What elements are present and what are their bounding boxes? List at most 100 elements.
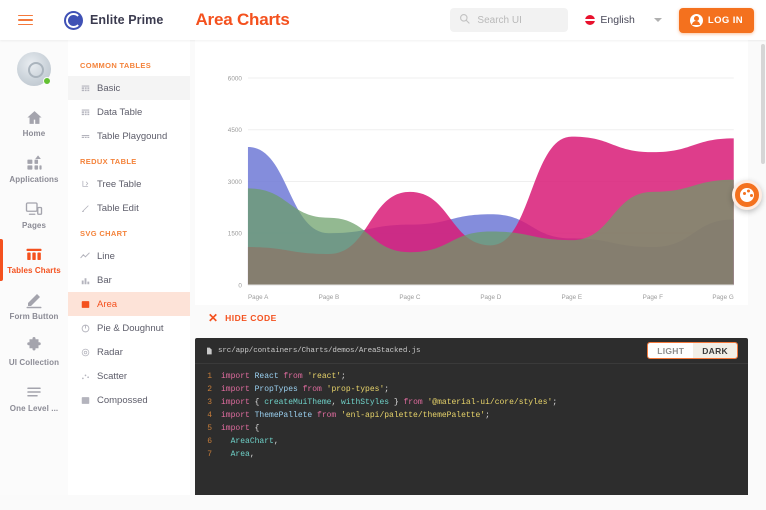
code-panel: src/app/containers/Charts/demos/AreaStac… <box>195 338 748 495</box>
submenu-item-label: Area <box>97 298 118 310</box>
page-title: Area Charts <box>195 10 290 29</box>
bar-chart-icon <box>80 275 90 285</box>
submenu-item-table-edit[interactable]: Table Edit <box>68 196 190 220</box>
area-chart-card: 0 1500 3000 4500 6000 Page A Page B Page C Page … <box>195 40 748 305</box>
submenu-item-data-table[interactable]: Data Table <box>68 100 190 124</box>
submenu-item-scatter[interactable]: Scatter <box>68 364 190 388</box>
header-actions: English LOG IN <box>450 7 754 33</box>
main-content: 0 1500 3000 4500 6000 Page A Page B Page C Page … <box>190 40 766 495</box>
submenu-item-label: Pie & Doughnut <box>97 322 164 334</box>
chevron-down-icon <box>653 18 662 22</box>
submenu-item-bar[interactable]: Bar <box>68 268 190 292</box>
submenu-item-label: Compossed <box>97 394 148 406</box>
submenu-item-label: Scatter <box>97 370 128 382</box>
y-axis-tick-label: 0 <box>238 283 242 290</box>
hamburger-icon[interactable] <box>18 14 54 26</box>
close-icon: ✕ <box>208 311 219 325</box>
code-line-number: 2 <box>207 385 212 394</box>
language-label: English <box>600 14 635 26</box>
sidebar-item-label: One Level ... <box>9 403 59 413</box>
y-axis-tick-label: 6000 <box>228 76 243 83</box>
code-line-text: AreaChart, <box>230 437 279 446</box>
x-axis-tick-label: Page A <box>248 294 269 301</box>
sidebar-item-one-level[interactable]: One Level ... <box>0 375 68 421</box>
table-grid-icon <box>80 131 90 141</box>
sidebar-item-form-button[interactable]: Form Button <box>0 283 68 329</box>
lines-icon <box>25 382 43 402</box>
code-line-text: import { <box>221 424 260 433</box>
submenu-item-pie-doughnut[interactable]: Pie & Doughnut <box>68 316 190 340</box>
submenu-item-radar[interactable]: Radar <box>68 340 190 364</box>
submenu-item-compossed[interactable]: Compossed <box>68 388 190 412</box>
sidebar-item-ui-collection[interactable]: UI Collection <box>0 329 68 375</box>
theme-dark-button[interactable]: DARK <box>693 343 737 358</box>
radar-chart-icon <box>80 347 90 357</box>
submenu-item-area[interactable]: Area <box>68 292 190 316</box>
search-input[interactable] <box>477 14 560 26</box>
code-line: 6 AreaChart, <box>195 435 748 448</box>
primary-sidebar: Home Applications Pages Tables Charts Fo… <box>0 40 68 495</box>
y-axis-tick-label: 4500 <box>228 127 243 134</box>
code-line-text: Area, <box>230 450 255 459</box>
online-status-dot <box>43 77 51 85</box>
submenu-group-title: SVG CHART <box>80 229 128 238</box>
app-root: Enlite Prime Area Charts English LOG IN <box>0 0 766 510</box>
submenu-item-basic[interactable]: Basic <box>68 76 190 100</box>
sidebar-item-tables-charts[interactable]: Tables Charts <box>0 237 68 283</box>
pages-monitor-icon <box>25 199 43 219</box>
composed-chart-icon <box>80 395 90 405</box>
sidebar-item-home[interactable]: Home <box>0 100 68 146</box>
x-axis-tick-label: Page F <box>643 294 664 301</box>
search-box[interactable] <box>450 8 569 32</box>
code-theme-toggle[interactable]: LIGHT DARK <box>647 342 738 359</box>
sidebar-item-applications[interactable]: Applications <box>0 146 68 192</box>
submenu-item-label: Radar <box>97 346 123 358</box>
pencil-icon <box>80 203 90 213</box>
code-line-number: 6 <box>207 437 212 446</box>
table-grid-icon <box>80 107 90 117</box>
login-button[interactable]: LOG IN <box>678 7 754 33</box>
code-file-path: src/app/containers/Charts/demos/AreaStac… <box>218 346 421 355</box>
theme-light-button[interactable]: LIGHT <box>648 343 694 358</box>
code-line-number: 1 <box>207 372 212 381</box>
x-axis-tick-label: Page B <box>319 294 340 301</box>
home-icon <box>26 107 43 127</box>
submenu-item-line[interactable]: Line <box>68 244 190 268</box>
apps-grid-icon <box>26 153 43 173</box>
search-icon <box>459 11 471 29</box>
submenu-item-tree-table[interactable]: Tree Table <box>68 172 190 196</box>
sidebar-item-label: Pages <box>21 220 47 230</box>
code-lines[interactable]: 1 import React from 'react'; 2 import PropT… <box>195 364 748 461</box>
submenu-item-table-playgound[interactable]: Table Playgound <box>68 124 190 148</box>
page-scrollbar[interactable] <box>760 40 766 495</box>
line-chart-icon <box>80 251 90 261</box>
hide-code-button[interactable]: ✕ HIDE CODE <box>208 312 277 324</box>
code-line: 5 import { <box>195 422 748 435</box>
x-axis-tick-label: Page D <box>480 294 502 301</box>
code-line-text: import { createMuiTheme, withStyles } fr… <box>221 398 558 407</box>
palette-icon[interactable] <box>732 180 762 210</box>
code-line: 7 Area, <box>195 448 748 461</box>
area-chart[interactable]: 0 1500 3000 4500 6000 Page A Page B Page C Page … <box>195 40 748 305</box>
code-line-number: 5 <box>207 424 212 433</box>
y-axis-tick-label: 1500 <box>228 231 243 238</box>
sidebar-item-label: Form Button <box>9 312 59 322</box>
brand-name: Enlite Prime <box>90 13 164 27</box>
sidebar-item-label: Tables Charts <box>7 266 61 276</box>
scrollbar-thumb[interactable] <box>761 44 765 164</box>
puzzle-icon <box>25 336 43 356</box>
code-line-text: import PropTypes from 'prop-types'; <box>221 385 390 394</box>
code-line-text: import React from 'react'; <box>221 372 346 381</box>
avatar[interactable] <box>17 52 51 86</box>
code-line: 4 import ThemePallete from 'enl-api/palet… <box>195 409 748 422</box>
code-line: 3 import { createMuiTheme, withStyles } f… <box>195 396 748 409</box>
pie-chart-icon <box>80 323 90 333</box>
x-axis-tick-label: Page E <box>561 294 582 301</box>
sidebar-item-pages[interactable]: Pages <box>0 192 68 238</box>
x-axis-tick-label: Page C <box>399 294 421 301</box>
language-selector[interactable]: English <box>578 8 668 32</box>
brand[interactable]: Enlite Prime <box>64 10 164 30</box>
submenu-item-label: Table Edit <box>97 202 139 214</box>
sidebar-item-label: UI Collection <box>8 357 60 367</box>
y-axis-tick-label: 3000 <box>228 179 243 186</box>
